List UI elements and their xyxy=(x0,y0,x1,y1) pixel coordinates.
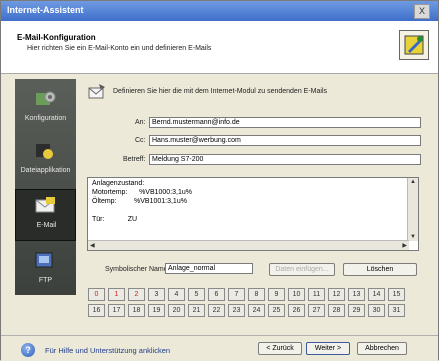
folder-icon xyxy=(33,141,57,161)
symbolic-name-label: Symbolischer Name: xyxy=(105,266,170,273)
symbolic-name-field[interactable]: Anlage_normal xyxy=(165,263,253,274)
number-slot-button[interactable]: 9 xyxy=(268,288,285,301)
number-slot-button[interactable]: 30 xyxy=(368,304,385,317)
sidebar-item-konfiguration[interactable]: Konfiguration xyxy=(15,83,76,133)
number-slot-button[interactable]: 29 xyxy=(348,304,365,317)
wizard-window: Internet-Assistent X E-Mail-Konfiguratio… xyxy=(0,0,439,361)
body-line: Tür: ZU xyxy=(92,216,138,223)
footer: ? Für Hilfe und Unterstützung anklicken … xyxy=(1,335,438,361)
back-button[interactable]: < Zurück xyxy=(258,342,302,355)
number-slot-button[interactable]: 18 xyxy=(128,304,145,317)
number-slot-button[interactable]: 19 xyxy=(148,304,165,317)
body-line: Öltemp: %VB1001:3,1u% xyxy=(92,198,187,205)
number-slot-button[interactable]: 5 xyxy=(188,288,205,301)
number-slot-button[interactable]: 25 xyxy=(268,304,285,317)
sidebar-item-label: E-Mail xyxy=(36,222,57,229)
help-icon[interactable]: ? xyxy=(21,343,35,357)
number-slot-button[interactable]: 0 xyxy=(88,288,105,301)
number-slot-button[interactable]: 4 xyxy=(168,288,185,301)
sidebar-item-label: FTP xyxy=(38,277,53,284)
sidebar: Konfiguration Dateiapplikation E-Mail FT… xyxy=(15,79,76,295)
number-slot-button[interactable]: 16 xyxy=(88,304,105,317)
intro-text: Definieren Sie hier die mit dem Internet… xyxy=(113,88,327,95)
sidebar-item-dateiapplikation[interactable]: Dateiapplikation xyxy=(15,135,76,185)
number-slot-button[interactable]: 20 xyxy=(168,304,185,317)
betreff-field[interactable]: Meldung S7-200 xyxy=(149,154,421,165)
help-link[interactable]: Für Hilfe und Unterstützung anklicken xyxy=(45,346,170,355)
number-slot-button[interactable]: 14 xyxy=(368,288,385,301)
scroll-left-icon[interactable]: ◀ xyxy=(90,242,95,249)
wizard-logo-icon xyxy=(399,30,429,60)
cc-label: Cc: xyxy=(135,137,146,144)
page-subtitle: Hier richten Sie ein E-Mail-Konto ein un… xyxy=(27,45,212,52)
an-label: An: xyxy=(135,119,146,126)
number-slot-button[interactable]: 22 xyxy=(208,304,225,317)
email-config-panel: Definieren Sie hier die mit dem Internet… xyxy=(81,79,426,295)
an-field[interactable]: Bernd.mustermann@info.de xyxy=(149,117,421,128)
sidebar-item-label: Konfiguration xyxy=(24,115,67,122)
number-slot-button[interactable]: 7 xyxy=(228,288,245,301)
body-line: Motortemp: %VB1000:3,1u% xyxy=(92,189,192,196)
mail-icon xyxy=(87,83,107,106)
number-slot-button[interactable]: 23 xyxy=(228,304,245,317)
vertical-scrollbar[interactable]: ▲ ▼ xyxy=(407,178,418,241)
body-line: Anlagenzustand: xyxy=(92,180,145,187)
number-slot-button[interactable]: 17 xyxy=(108,304,125,317)
number-slot-button[interactable]: 2 xyxy=(128,288,145,301)
email-body-textarea[interactable]: Anlagenzustand: Motortemp: %VB1000:3,1u%… xyxy=(87,177,419,251)
wizard-header: E-Mail-Konfiguration Hier richten Sie ei… xyxy=(1,21,438,74)
number-slot-button[interactable]: 13 xyxy=(348,288,365,301)
horizontal-scrollbar[interactable]: ◀ ▶ xyxy=(88,240,409,250)
insert-data-button[interactable]: Daten einfügen... xyxy=(269,263,335,276)
number-slot-button[interactable]: 1 xyxy=(108,288,125,301)
number-slot-button[interactable]: 3 xyxy=(148,288,165,301)
sidebar-item-label: Dateiapplikation xyxy=(20,167,71,174)
mail-icon xyxy=(34,196,58,216)
sidebar-item-email[interactable]: E-Mail xyxy=(15,189,76,241)
cancel-button[interactable]: Abbrechen xyxy=(357,342,407,355)
next-button[interactable]: Weiter > xyxy=(306,342,350,355)
close-button[interactable]: X xyxy=(414,4,430,19)
delete-button[interactable]: Löschen xyxy=(343,263,417,276)
ftp-icon xyxy=(33,251,57,271)
number-slot-button[interactable]: 28 xyxy=(328,304,345,317)
number-slot-button[interactable]: 24 xyxy=(248,304,265,317)
number-slot-button[interactable]: 26 xyxy=(288,304,305,317)
sidebar-item-ftp[interactable]: FTP xyxy=(15,245,76,295)
page-title: E-Mail-Konfiguration xyxy=(17,33,96,42)
cc-field[interactable]: Hans.muster@werbung.com xyxy=(149,135,421,146)
number-slot-button[interactable]: 10 xyxy=(288,288,305,301)
window-title: Internet-Assistent xyxy=(7,5,84,15)
number-slot-button[interactable]: 8 xyxy=(248,288,265,301)
number-slot-button[interactable]: 27 xyxy=(308,304,325,317)
number-slot-button[interactable]: 11 xyxy=(308,288,325,301)
scroll-up-icon[interactable]: ▲ xyxy=(410,179,416,185)
number-slot-button[interactable]: 21 xyxy=(188,304,205,317)
scroll-right-icon[interactable]: ▶ xyxy=(402,242,407,249)
gear-icon xyxy=(33,89,57,109)
number-slot-button[interactable]: 31 xyxy=(388,304,405,317)
number-slot-button[interactable]: 15 xyxy=(388,288,405,301)
number-slot-button[interactable]: 6 xyxy=(208,288,225,301)
number-slot-button[interactable]: 12 xyxy=(328,288,345,301)
scroll-down-icon[interactable]: ▼ xyxy=(410,234,416,240)
betreff-label: Betreff: xyxy=(123,156,146,163)
title-bar: Internet-Assistent X xyxy=(1,1,438,21)
